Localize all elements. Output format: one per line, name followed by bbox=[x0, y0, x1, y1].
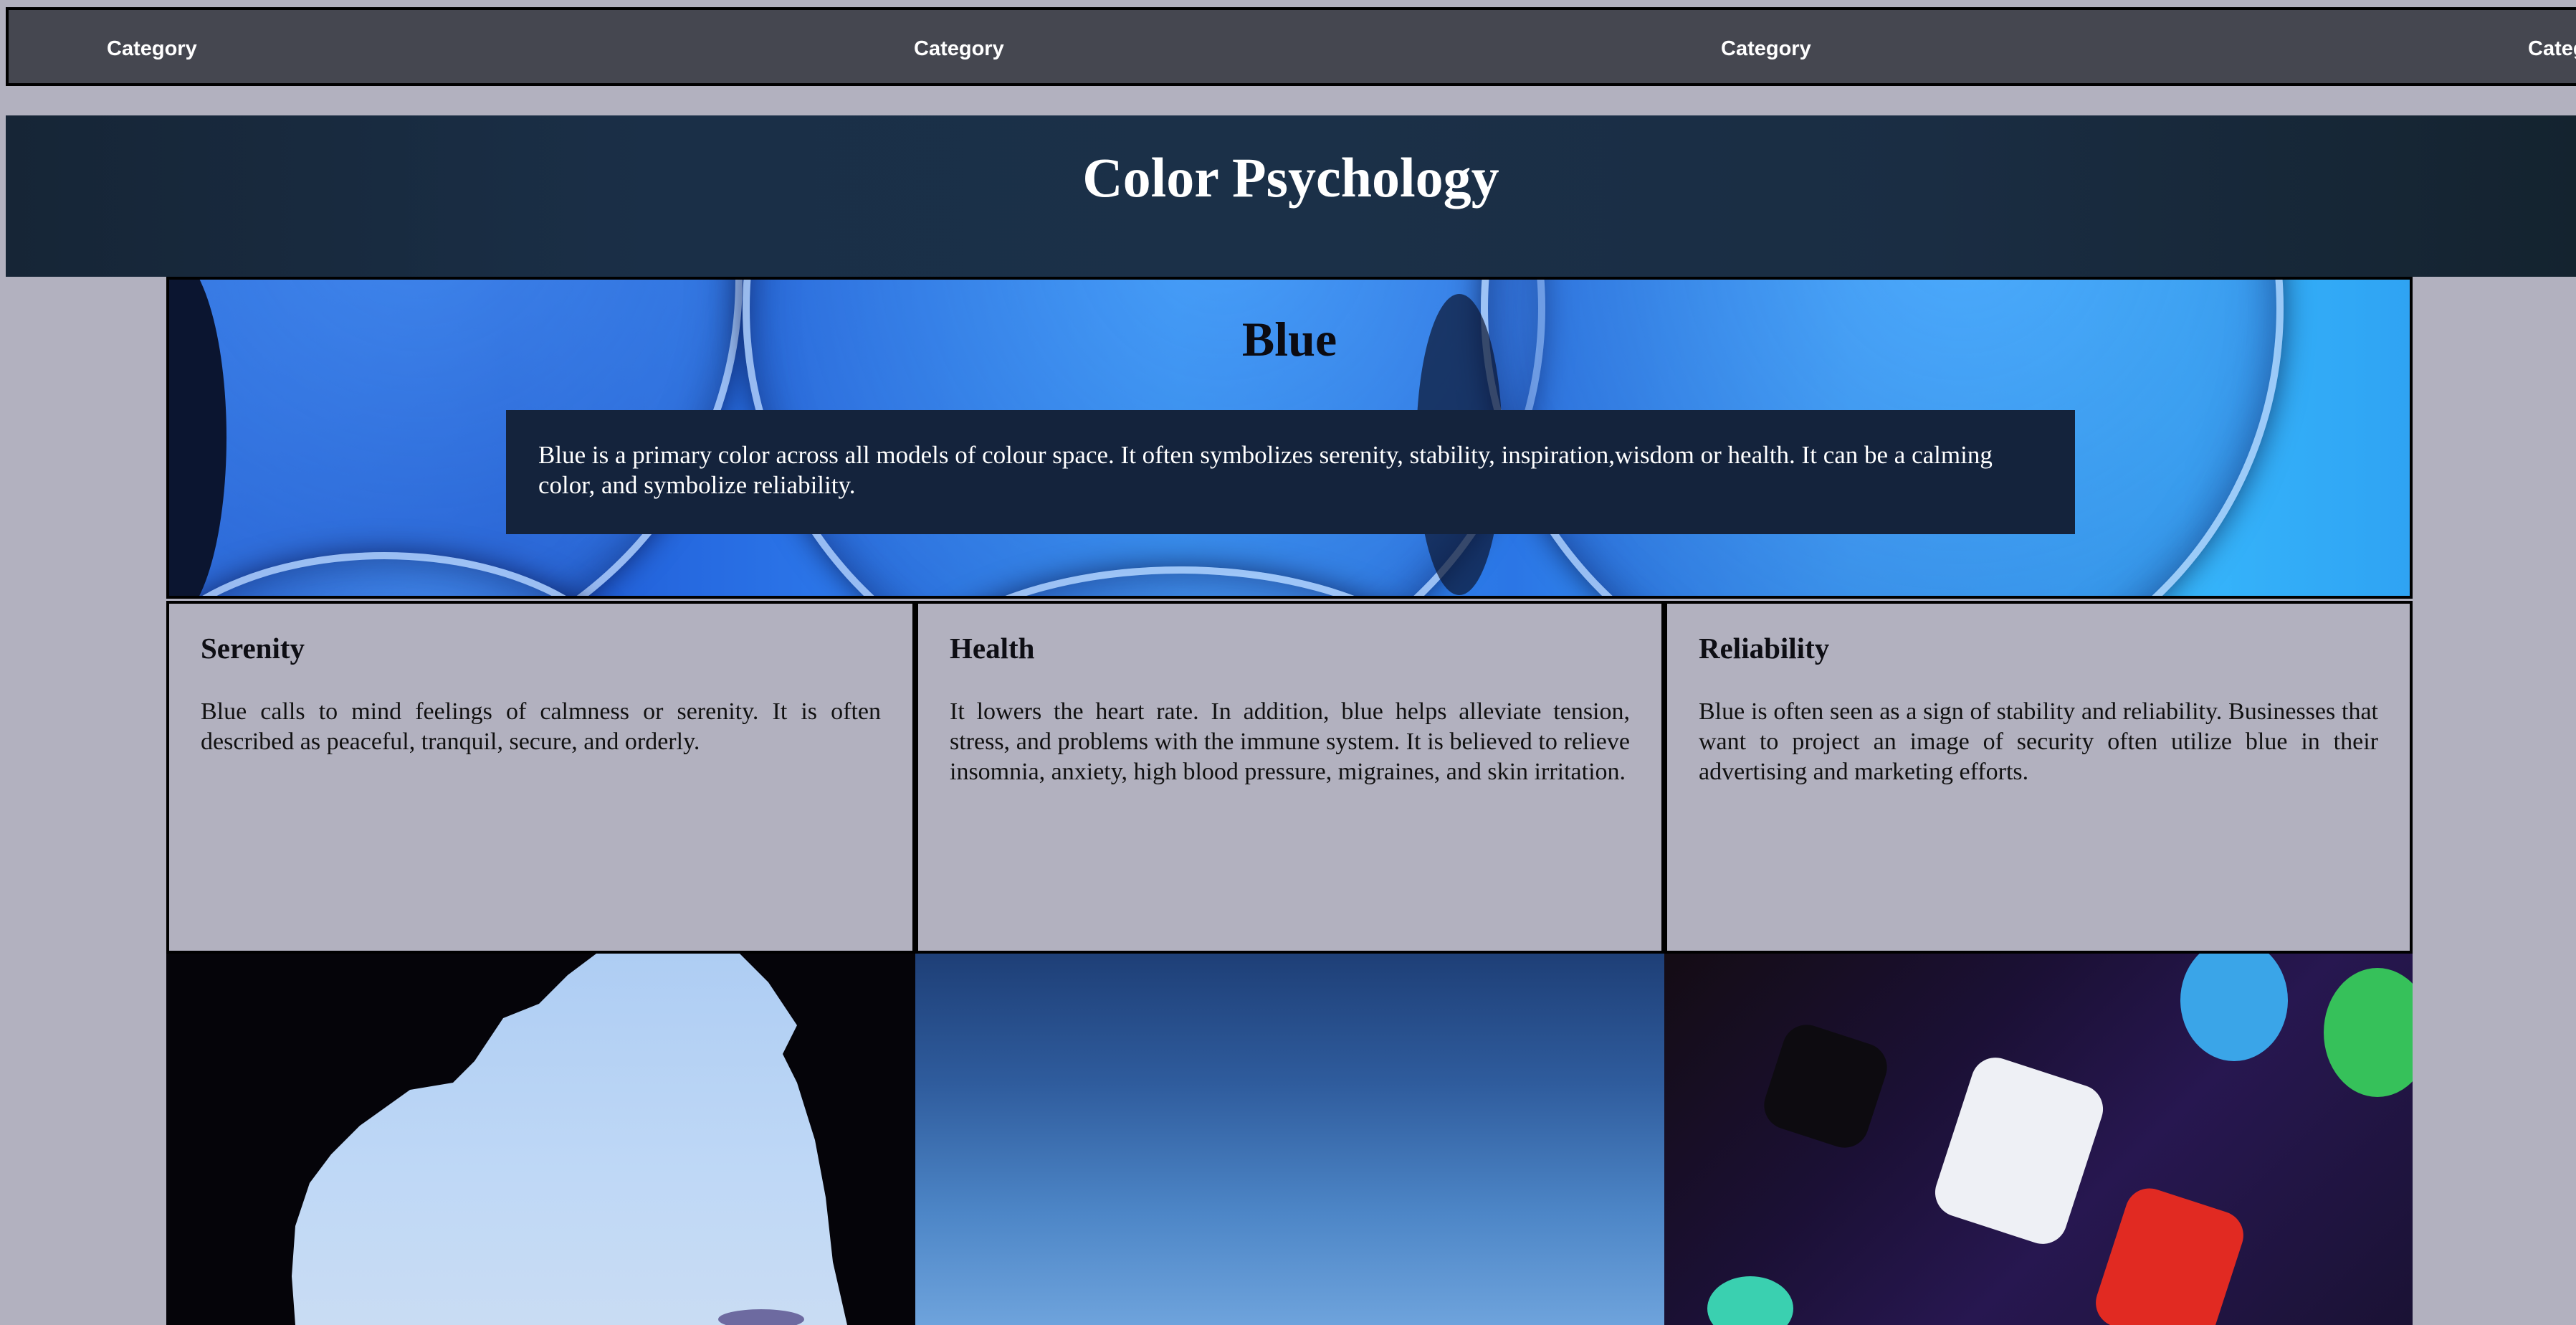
app-icon-teal bbox=[1707, 1276, 1793, 1325]
whatsapp-icon bbox=[2324, 968, 2413, 1097]
card-reliability: Reliability Blue is often seen as a sign… bbox=[1664, 601, 2413, 954]
card-serenity: Serenity Blue calls to mind feelings of … bbox=[166, 601, 915, 954]
cave-silhouette bbox=[166, 954, 915, 1325]
nav-item-category-4[interactable]: Categ bbox=[2528, 37, 2576, 61]
card-title: Reliability bbox=[1699, 632, 1830, 665]
top-nav: Category Category Category Categ bbox=[6, 7, 2576, 86]
card-title: Serenity bbox=[201, 632, 305, 665]
card-title: Health bbox=[950, 632, 1035, 665]
card-text: Blue calls to mind feelings of calmness … bbox=[201, 698, 881, 755]
nav-item-category-3[interactable]: Category bbox=[1721, 37, 1811, 61]
blue-sky-photo bbox=[915, 954, 1664, 1325]
youtube-icon bbox=[2089, 1182, 2250, 1325]
hero-description: Blue is a primary color across all model… bbox=[506, 410, 2075, 534]
page-header: Color Psychology bbox=[6, 115, 2576, 277]
nav-item-category-2[interactable]: Category bbox=[914, 37, 1004, 61]
phone-apps-photo bbox=[1664, 954, 2413, 1325]
card-text: Blue is often seen as a sign of stabilit… bbox=[1699, 698, 2378, 785]
hero-title: Blue bbox=[1241, 312, 1337, 366]
page-title: Color Psychology bbox=[1082, 146, 1499, 209]
card-health: Health It lowers the heart rate. In addi… bbox=[915, 601, 1664, 954]
card-text: It lowers the heart rate. In addition, b… bbox=[950, 698, 1630, 785]
cave-sky-photo bbox=[166, 954, 915, 1325]
vimeo-icon bbox=[1929, 1051, 2109, 1250]
hero-section: Blue Blue is a primary color across all … bbox=[166, 277, 2413, 599]
app-icon-dark bbox=[1757, 1018, 1894, 1154]
nav-item-category-1[interactable]: Category bbox=[107, 37, 197, 61]
skype-icon bbox=[2180, 954, 2288, 1061]
